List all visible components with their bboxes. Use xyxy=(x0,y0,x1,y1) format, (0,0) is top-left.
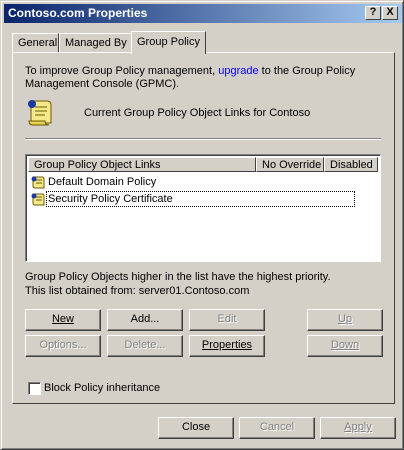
edit-button-label: Edit xyxy=(217,313,237,325)
list-item-name: Security Policy Certificate xyxy=(46,191,355,207)
apply-button[interactable]: Apply xyxy=(320,417,396,439)
gpo-scroll-icon xyxy=(31,176,45,189)
close-button[interactable]: Close xyxy=(158,417,234,439)
options-button-label: Options... xyxy=(39,339,87,351)
add-button[interactable]: Add... xyxy=(107,309,183,331)
down-button-label: Down xyxy=(330,339,360,351)
up-button-label: Up xyxy=(337,313,353,325)
obtained-from: This list obtained from: server01.Contos… xyxy=(25,285,250,297)
intro-text-before: To improve Group Policy management, xyxy=(25,65,216,77)
apply-button-label: Apply xyxy=(344,421,372,433)
priority-note: Group Policy Objects higher in the list … xyxy=(25,271,331,283)
column-header-links[interactable]: Group Policy Object Links xyxy=(28,157,256,172)
cancel-button[interactable]: Cancel xyxy=(239,417,315,439)
upgrade-link[interactable]: upgrade xyxy=(218,65,258,77)
properties-button[interactable]: Properties xyxy=(189,335,265,357)
properties-button-label: Properties xyxy=(201,339,253,351)
block-inheritance-checkbox[interactable] xyxy=(28,382,41,395)
gpo-scroll-icon xyxy=(28,100,52,126)
tab-group-policy-label: Group Policy xyxy=(137,36,200,48)
delete-button-label: Delete... xyxy=(124,339,166,351)
properties-dialog: Contoso.com Properties ? X General Manag… xyxy=(0,0,404,450)
block-inheritance-label[interactable]: Block Policy inheritance xyxy=(44,382,160,394)
delete-button[interactable]: Delete... xyxy=(107,335,183,357)
column-header-disabled[interactable]: Disabled xyxy=(324,157,378,172)
cancel-button-label: Cancel xyxy=(259,421,295,433)
tab-managed-by-label: Managed By xyxy=(65,37,127,49)
new-button-label: New xyxy=(51,313,74,325)
options-button[interactable]: Options... xyxy=(25,335,101,357)
new-button[interactable]: New xyxy=(25,309,101,331)
list-item[interactable]: Default Domain Policy xyxy=(30,174,378,191)
title-bar[interactable]: Contoso.com Properties ? X xyxy=(4,4,402,23)
edit-button[interactable]: Edit xyxy=(189,309,265,331)
divider xyxy=(25,138,381,140)
gpo-scroll-icon xyxy=(31,193,45,206)
current-links-label: Current Group Policy Object Links for Co… xyxy=(84,107,311,119)
tab-general-label: General xyxy=(18,37,58,49)
help-button[interactable]: ? xyxy=(365,6,381,20)
intro-text: To improve Group Policy management, upgr… xyxy=(25,65,355,77)
gpo-links-list[interactable]: Group Policy Object Links No Override Di… xyxy=(25,154,381,262)
tab-general[interactable]: General xyxy=(12,33,59,53)
close-icon[interactable]: X xyxy=(382,6,398,20)
down-button[interactable]: Down xyxy=(307,335,383,357)
tab-group-policy[interactable]: Group Policy xyxy=(131,31,206,54)
list-item-selected[interactable]: Security Policy Certificate xyxy=(30,191,378,208)
intro-text-after: to the Group Policy xyxy=(261,65,356,77)
tab-managed-by[interactable]: Managed By xyxy=(59,33,132,53)
list-item-name: Default Domain Policy xyxy=(48,176,157,188)
intro-text-line2: Management Console (GPMC). xyxy=(25,78,180,90)
column-header-no-override[interactable]: No Override xyxy=(256,157,324,172)
window-title: Contoso.com Properties xyxy=(8,6,148,20)
up-button[interactable]: Up xyxy=(307,309,383,331)
close-button-label: Close xyxy=(181,421,211,433)
add-button-label: Add... xyxy=(130,313,160,325)
group-policy-panel: To improve Group Policy management, upgr… xyxy=(12,52,395,404)
